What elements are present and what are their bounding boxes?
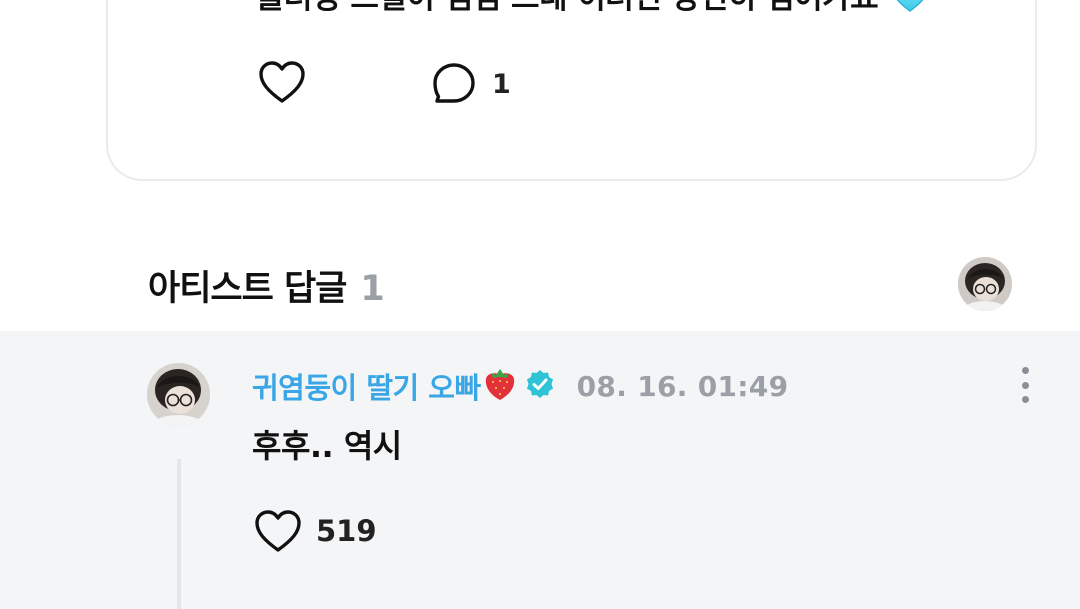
more-vertical-icon-dot bbox=[1021, 367, 1029, 374]
heart-outline-icon bbox=[255, 510, 301, 552]
reply-like-count: 519 bbox=[316, 514, 377, 548]
strawberry-emoji-icon bbox=[483, 366, 517, 406]
comment-card: 플러팅 스킬이 점점 느네 이러면 당연히 넘어가죠 bbox=[106, 0, 1037, 181]
reply-text: 후후.. 역시 bbox=[252, 427, 402, 465]
reply-timestamp: 08. 16. 01:49 bbox=[576, 369, 789, 403]
artist-avatar[interactable] bbox=[147, 363, 210, 426]
more-options-button[interactable] bbox=[1013, 367, 1037, 403]
verified-badge-icon bbox=[525, 369, 555, 403]
reply-like-button[interactable]: 519 bbox=[254, 509, 377, 553]
artist-name[interactable]: 귀염둥이 딸기 오빠 bbox=[252, 365, 481, 407]
light-blue-heart-emoji-icon bbox=[890, 0, 930, 21]
comment-text-row: 플러팅 스킬이 점점 느네 이러면 당연히 넘어가죠 bbox=[256, 0, 930, 21]
like-button[interactable] bbox=[258, 60, 306, 104]
speech-bubble-icon bbox=[433, 63, 475, 103]
more-vertical-icon-dot bbox=[1021, 396, 1029, 403]
artist-replies-count: 1 bbox=[360, 269, 384, 309]
more-vertical-icon-dot bbox=[1021, 381, 1029, 389]
reply-header: 귀염둥이 딸기 오빠 08. 16. 01:49 bbox=[252, 365, 788, 407]
reply-button[interactable]: 1 bbox=[432, 62, 511, 106]
artist-replies-header: 아티스트 답글 1 bbox=[148, 260, 385, 311]
thread-line bbox=[177, 459, 181, 609]
comment-text: 플러팅 스킬이 점점 느네 이러면 당연히 넘어가죠 bbox=[256, 0, 879, 16]
artist-reply-item: 귀염둥이 딸기 오빠 08. 16. 01:49 후후.. 역시 519 bbox=[0, 331, 1080, 609]
artist-replies-title: 아티스트 답글 bbox=[148, 269, 347, 309]
comment-thread-page: 플러팅 스킬이 점점 느네 이러면 당연히 넘어가죠 bbox=[0, 0, 1080, 609]
artist-avatar-small[interactable] bbox=[958, 257, 1012, 311]
heart-outline-icon bbox=[259, 61, 305, 103]
reply-count: 1 bbox=[492, 68, 511, 100]
